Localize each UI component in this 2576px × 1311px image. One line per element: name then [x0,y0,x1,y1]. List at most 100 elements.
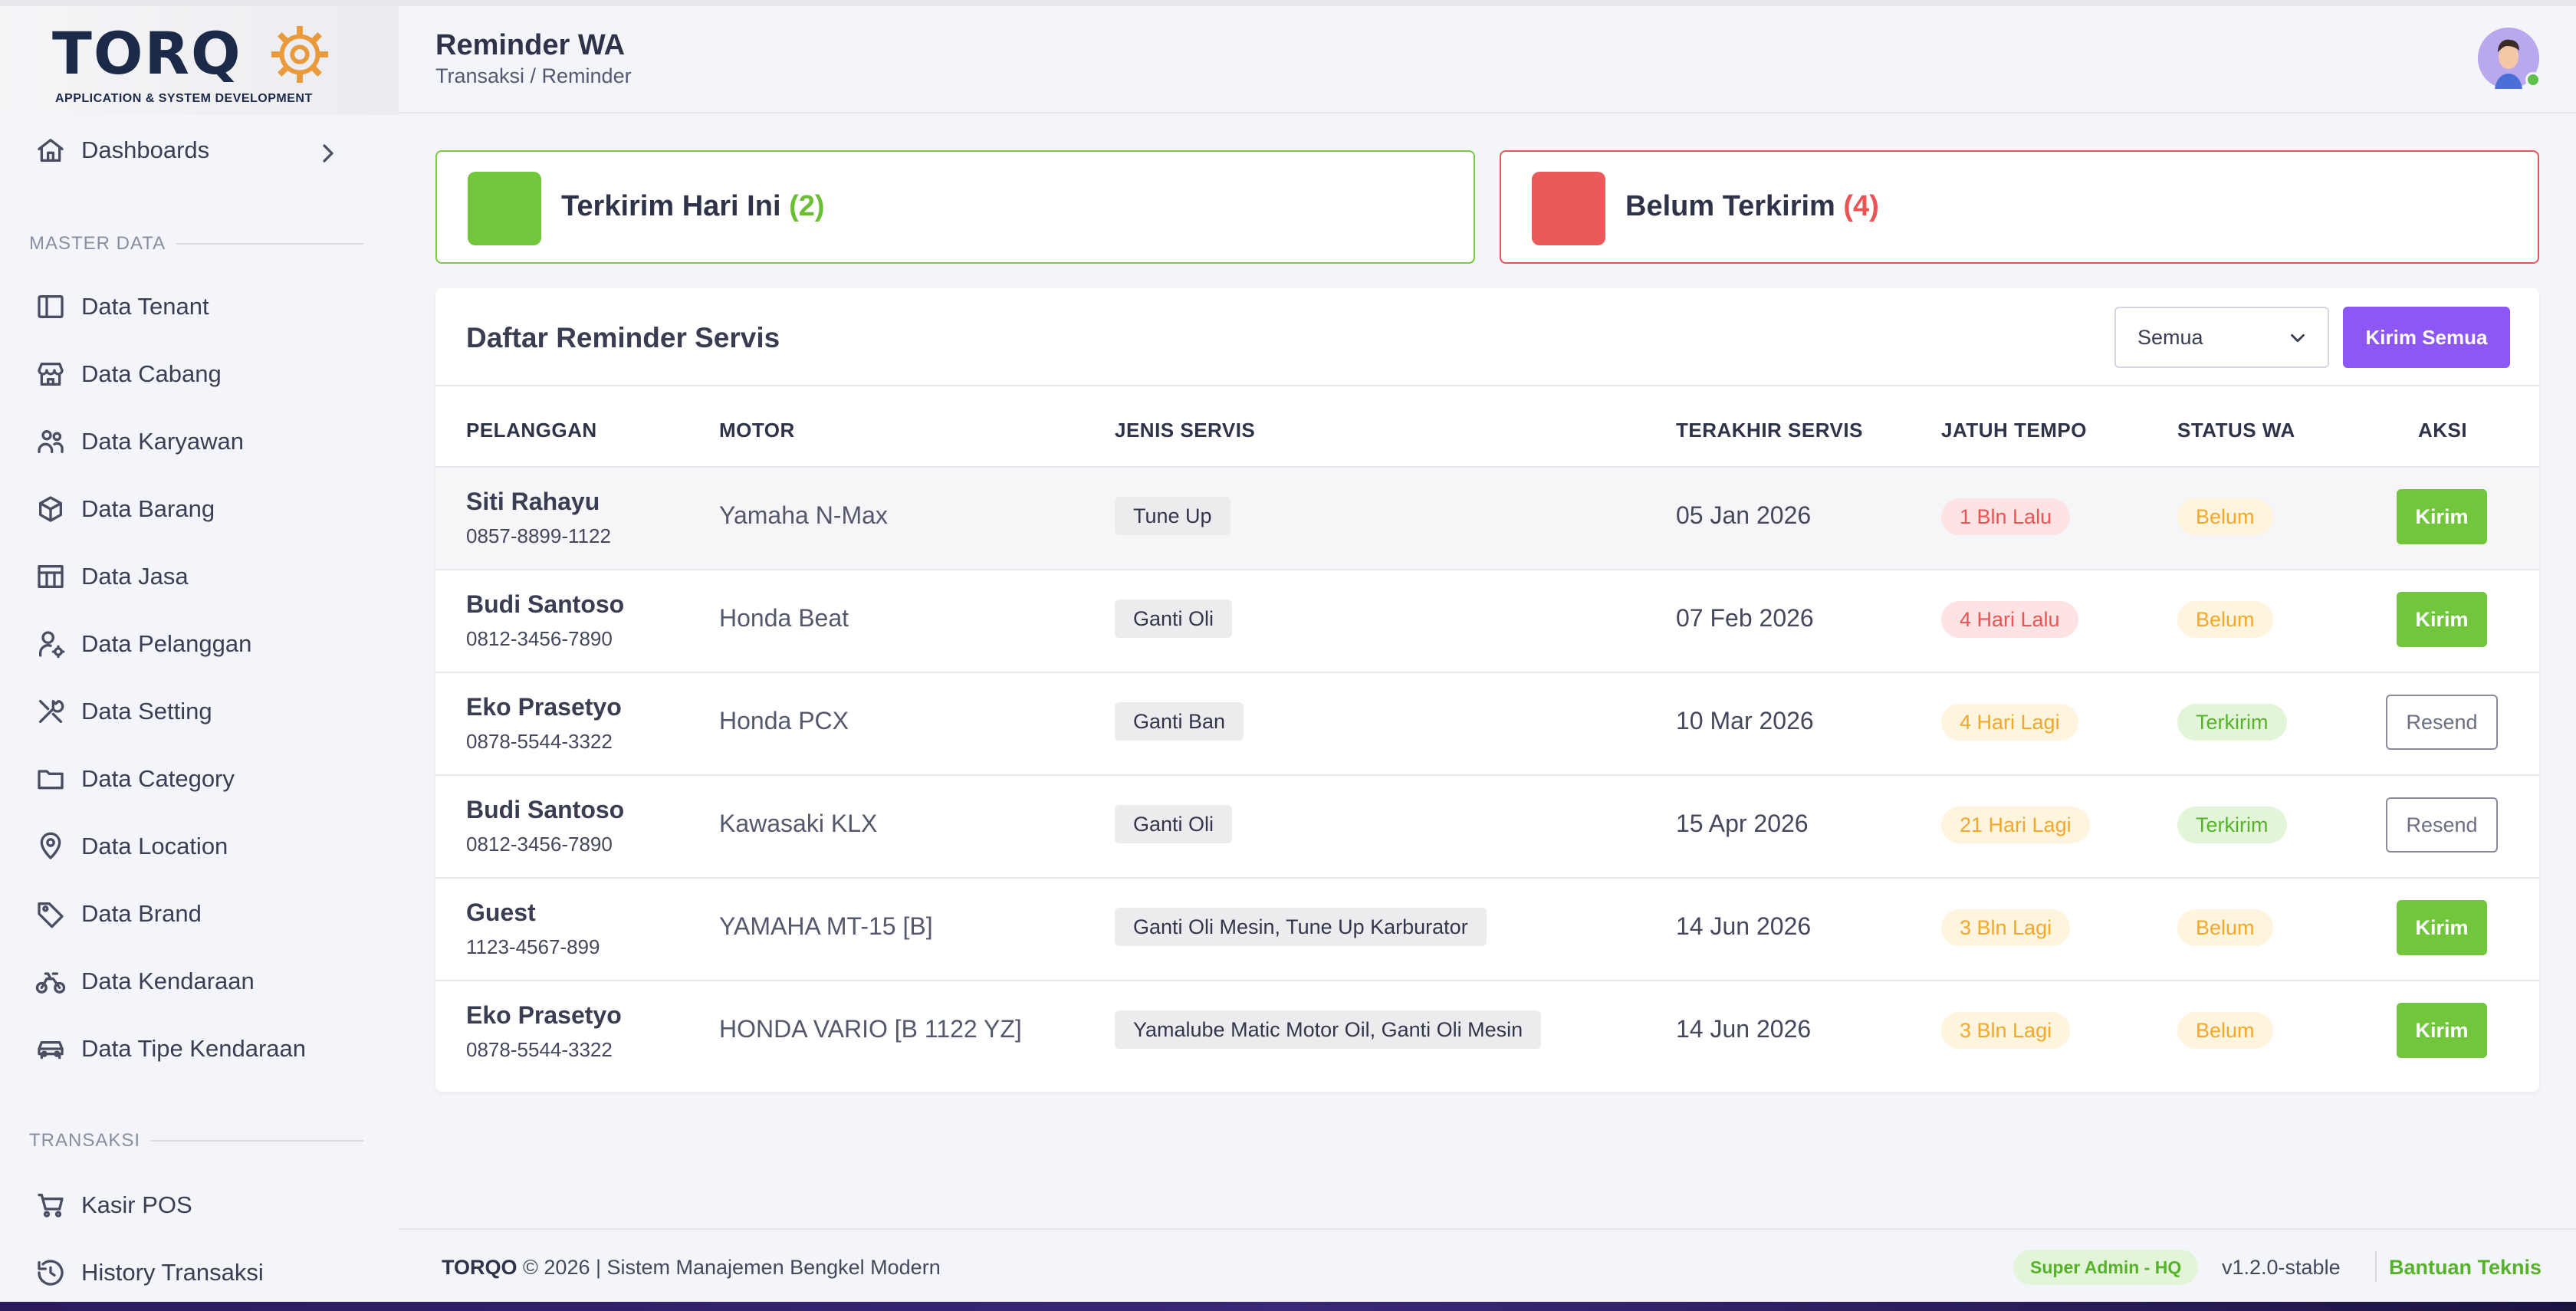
sidebar-item-label: Kasir POS [81,1191,192,1218]
wa-status-badge: Terkirim [2177,704,2287,741]
chevron-down-icon [2291,334,2305,343]
sidebar-panel-icon [34,290,67,324]
sidebar-item-data-setting[interactable]: Data Setting [34,688,356,734]
brand-logo[interactable]: TORQ APPLICATION & SYSTEM DEVELOPMENT [0,6,399,115]
avatar[interactable] [2478,28,2541,89]
sidebar: TORQ APPLICATION & SYSTEM DEVELOPMENT Da [0,6,399,1302]
sidebar-item-data-jasa[interactable]: Data Jasa [34,554,356,600]
service-type-tag: Ganti Oli [1115,805,1233,843]
customer-name: Budi Santoso [466,796,625,823]
kirim-button[interactable]: Kirim [2397,900,2487,955]
sidebar-item-label: Dashboards [81,136,210,163]
reminder-table-card: Daftar Reminder Servis Semua Kirim Semua… [435,288,2539,1092]
stat-card-not-sent: Belum Terkirim (4) [1500,150,2539,264]
last-service-date: 07 Feb 2026 [1676,604,1814,632]
column-header-pelanggan[interactable]: PELANGGAN [466,419,597,442]
table-row: Guest 1123-4567-899 YAMAHA MT-15 [B] Ganti … [435,877,2539,980]
kirim-button[interactable]: Kirim [2397,592,2487,647]
last-service-date: 05 Jan 2026 [1676,501,1812,529]
stat-indicator-green [468,172,541,245]
sidebar-item-dashboards[interactable]: Dashboards [34,127,356,173]
top-edge [0,0,2576,6]
sidebar-item-label: Data Tenant [81,293,209,320]
send-all-button[interactable]: Kirim Semua [2343,307,2510,368]
section-label-master: MASTER DATA [29,233,363,255]
role-badge: Super Admin - HQ [2013,1250,2199,1285]
brand-tagline: APPLICATION & SYSTEM DEVELOPMENT [55,92,313,105]
page-header: Reminder WA Transaksi / Reminder [399,6,2576,113]
section-label-transaksi: TRANSAKSI [29,1130,363,1152]
customer-name: Guest [466,899,536,926]
status-filter-select[interactable]: Semua [2114,307,2329,368]
column-header-jatuh-tempo[interactable]: JATUH TEMPO [1941,419,2087,442]
service-type-tag: Ganti Ban [1115,702,1244,741]
due-badge: 3 Bln Lagi [1941,909,2071,946]
store-icon [34,357,67,391]
footer-brand: TORQO [442,1256,518,1279]
resend-button[interactable]: Resend [2386,695,2498,750]
due-badge: 21 Hari Lagi [1941,807,2090,843]
bike-icon [34,964,67,998]
due-badge: 4 Hari Lalu [1941,601,2078,638]
sidebar-item-data-barang[interactable]: Data Barang [34,486,356,532]
chevron-right-icon [323,144,334,163]
car-icon [34,1032,67,1066]
sidebar-item-data-location[interactable]: Data Location [34,823,356,869]
sidebar-item-data-category[interactable]: Data Category [34,756,356,802]
sidebar-item-data-kendaraan[interactable]: Data Kendaraan [34,958,356,1004]
home-icon [34,133,67,167]
column-header-jenis-servis[interactable]: JENIS SERVIS [1115,419,1255,442]
sidebar-item-label: Data Karyawan [81,428,244,455]
help-link[interactable]: Bantuan Teknis [2389,1256,2542,1280]
motor-name: Honda PCX [719,707,849,734]
due-badge: 1 Bln Lalu [1941,498,2071,535]
header-divider [435,385,2539,386]
motor-name: HONDA VARIO [B 1122 YZ] [719,1015,1022,1043]
customer-phone: 0812-3456-7890 [466,833,613,856]
kirim-button[interactable]: Kirim [2397,1003,2487,1058]
due-badge: 3 Bln Lagi [1941,1012,2071,1049]
resend-button[interactable]: Resend [2386,797,2498,853]
customer-phone: 0812-3456-7890 [466,627,613,650]
sidebar-item-history-transaksi[interactable]: History Transaksi [34,1250,356,1296]
customer-name: Budi Santoso [466,590,625,618]
column-header-motor[interactable]: MOTOR [719,419,795,442]
cart-icon [34,1188,67,1222]
motor-name: Honda Beat [719,604,849,632]
sidebar-item-label: Data Tipe Kendaraan [81,1035,306,1062]
tools-icon [34,695,67,728]
box-icon [34,492,67,526]
sidebar-item-data-brand[interactable]: Data Brand [34,891,356,937]
customer-phone: 1123-4567-899 [466,935,600,958]
last-service-date: 10 Mar 2026 [1676,707,1814,734]
sidebar-item-data-karyawan[interactable]: Data Karyawan [34,419,356,465]
tag-icon [34,897,67,931]
column-header-terakhir-servis[interactable]: TERAKHIR SERVIS [1676,419,1863,442]
stat-count: (2) [789,190,825,222]
stat-label: Belum Terkirim [1625,190,1835,222]
sidebar-item-data-cabang[interactable]: Data Cabang [34,351,356,397]
sidebar-item-data-pelanggan[interactable]: Data Pelanggan [34,621,356,667]
kirim-button[interactable]: Kirim [2397,489,2487,544]
stat-count: (4) [1843,190,1879,222]
gear-logo-icon [271,25,329,84]
select-value: Semua [2137,325,2203,349]
map-pin-icon [34,830,67,863]
sidebar-item-label: Data Location [81,833,228,859]
sidebar-item-data-tipe-kendaraan[interactable]: Data Tipe Kendaraan [34,1026,356,1072]
motor-name: YAMAHA MT-15 [B] [719,912,933,940]
table-row: Eko Prasetyo 0878-5544-3322 Honda PCX Ganti… [435,672,2539,774]
customer-name: Siti Rahayu [466,488,600,515]
version-label: v1.2.0-stable [2222,1256,2341,1279]
sidebar-item-data-tenant[interactable]: Data Tenant [34,284,356,330]
service-type-tag: Ganti Oli [1115,600,1233,638]
customer-phone: 0878-5544-3322 [466,730,613,753]
column-header-status-wa[interactable]: STATUS WA [2177,419,2295,442]
due-badge: 4 Hari Lagi [1941,704,2078,741]
sidebar-item-label: Data Brand [81,900,202,927]
sidebar-item-label: Data Cabang [81,360,222,387]
customer-phone: 0857-8899-1122 [466,524,611,547]
table-row: Siti Rahayu 0857-8899-1122 Yamaha N-Max Tun… [435,466,2539,569]
sidebar-item-kasir-pos[interactable]: Kasir POS [34,1182,356,1228]
column-header-aksi[interactable]: AKSI [2418,419,2467,442]
